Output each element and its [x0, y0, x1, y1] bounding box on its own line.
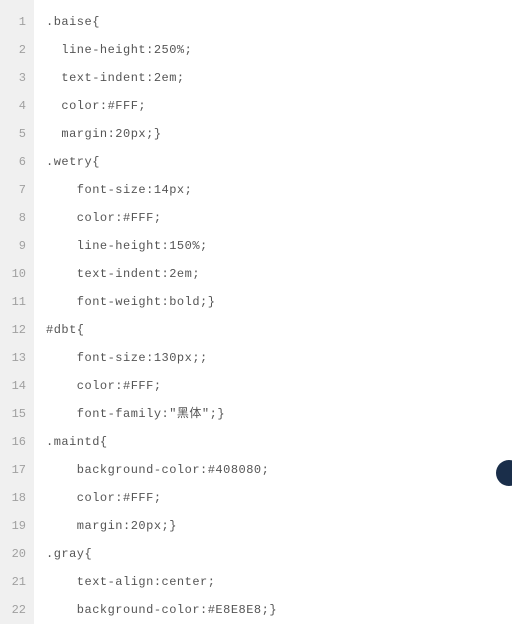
line-number: 16 — [4, 428, 26, 456]
line-number: 6 — [4, 148, 26, 176]
line-number: 20 — [4, 540, 26, 568]
code-line[interactable]: line-height:150%; — [46, 232, 512, 260]
line-number: 18 — [4, 484, 26, 512]
code-line[interactable]: color:#FFF; — [46, 484, 512, 512]
code-line[interactable]: #dbt{ — [46, 316, 512, 344]
code-line[interactable]: .wetry{ — [46, 148, 512, 176]
code-line[interactable]: font-size:14px; — [46, 176, 512, 204]
line-number: 22 — [4, 596, 26, 624]
line-number: 19 — [4, 512, 26, 540]
line-number: 9 — [4, 232, 26, 260]
code-line[interactable]: .maintd{ — [46, 428, 512, 456]
line-number: 10 — [4, 260, 26, 288]
code-content[interactable]: .baise{ line-height:250%; text-indent:2e… — [34, 0, 512, 624]
code-line[interactable]: margin:20px;} — [46, 120, 512, 148]
code-line[interactable]: margin:20px;} — [46, 512, 512, 540]
code-line[interactable]: background-color:#E8E8E8;} — [46, 596, 512, 624]
code-line[interactable]: line-height:250%; — [46, 36, 512, 64]
line-number: 14 — [4, 372, 26, 400]
code-line[interactable]: text-align:center; — [46, 568, 512, 596]
line-number: 17 — [4, 456, 26, 484]
line-number: 2 — [4, 36, 26, 64]
line-number: 7 — [4, 176, 26, 204]
code-line[interactable]: text-indent:2em; — [46, 260, 512, 288]
line-number: 3 — [4, 64, 26, 92]
line-number: 15 — [4, 400, 26, 428]
code-line[interactable]: .baise{ — [46, 8, 512, 36]
code-line[interactable]: font-size:130px;; — [46, 344, 512, 372]
line-number: 13 — [4, 344, 26, 372]
code-editor: 12345678910111213141516171819202122 .bai… — [0, 0, 512, 624]
code-line[interactable]: background-color:#408080; — [46, 456, 512, 484]
line-number: 12 — [4, 316, 26, 344]
line-number: 8 — [4, 204, 26, 232]
line-number: 4 — [4, 92, 26, 120]
code-line[interactable]: text-indent:2em; — [46, 64, 512, 92]
code-line[interactable]: .gray{ — [46, 540, 512, 568]
line-number-gutter: 12345678910111213141516171819202122 — [0, 0, 34, 624]
code-line[interactable]: font-family:"黑体";} — [46, 400, 512, 428]
line-number: 5 — [4, 120, 26, 148]
line-number: 21 — [4, 568, 26, 596]
code-line[interactable]: color:#FFF; — [46, 204, 512, 232]
code-line[interactable]: color:#FFF; — [46, 372, 512, 400]
line-number: 1 — [4, 8, 26, 36]
line-number: 11 — [4, 288, 26, 316]
code-line[interactable]: font-weight:bold;} — [46, 288, 512, 316]
code-line[interactable]: color:#FFF; — [46, 92, 512, 120]
